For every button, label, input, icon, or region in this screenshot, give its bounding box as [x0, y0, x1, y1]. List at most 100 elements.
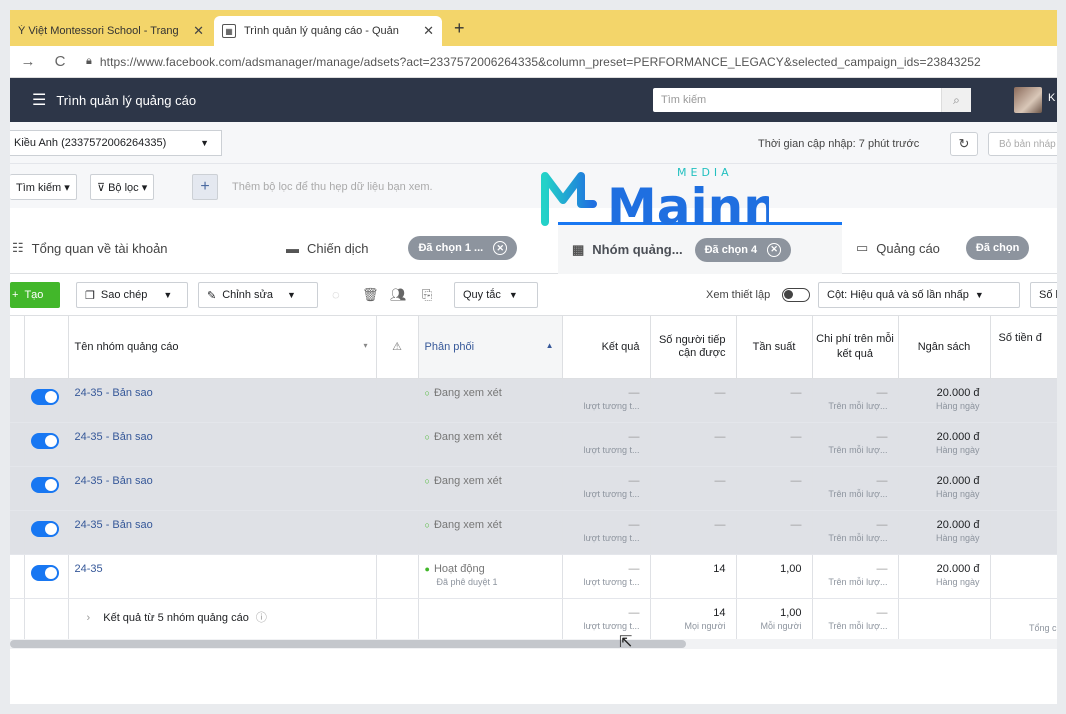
- summary-results-sub: lượt tương t...: [583, 620, 640, 631]
- table-row[interactable]: 24-35 ● Hoạt động Đã phê duyệt 1— lượt tương…: [10, 554, 1057, 599]
- row-select-column[interactable]: [10, 316, 25, 379]
- close-icon[interactable]: ✕: [423, 23, 434, 39]
- adset-name[interactable]: 24-35 - Bản sao: [75, 475, 153, 487]
- budget-value: 20.000 đ: [936, 386, 980, 399]
- adset-on-off-toggle[interactable]: [30, 520, 59, 537]
- horizontal-scrollbar-thumb[interactable]: [10, 640, 686, 648]
- budget-cell[interactable]: 20.000 đ Hàng ngày: [898, 554, 991, 599]
- add-filter-button[interactable]: +: [192, 174, 218, 200]
- table-row[interactable]: 24-35 - Bản sao ○ Đang xem xét — lượt tương …: [10, 422, 1057, 467]
- budget-cell[interactable]: 20.000 đ Hàng ngày: [898, 466, 991, 511]
- summary-reach-value: 14: [713, 606, 726, 619]
- adset-on-off-toggle[interactable]: [30, 388, 59, 405]
- adset-name-cell[interactable]: 24-35 - Bản sao: [68, 378, 377, 423]
- column-header-frequency[interactable]: Tần suất: [736, 316, 813, 379]
- adset-name-cell[interactable]: 24-35 - Bản sao: [68, 422, 377, 467]
- browser-tab-strip: Ý Việt Montessori School - Trang ✕ ▦ Trì…: [10, 10, 1057, 46]
- edit-button[interactable]: ✎ Chỉnh sửa ▼: [198, 282, 318, 308]
- url-field[interactable]: https://www.facebook.com/adsmanager/mana…: [100, 55, 981, 69]
- account-bar: Kiều Anh (2337572006264335) ▼ Thời gian …: [10, 122, 1057, 164]
- audience-icon[interactable]: 👥︎: [390, 287, 407, 303]
- adset-name-cell[interactable]: 24-35 - Bản sao: [68, 510, 377, 555]
- columns-dropdown[interactable]: Cột: Hiệu quả và số lần nhấp ▼: [818, 282, 1020, 308]
- frequency-value: —: [790, 386, 802, 399]
- plus-icon: +: [200, 178, 210, 195]
- tab-account-overview[interactable]: ☷ Tổng quan về tài khoản: [10, 222, 272, 274]
- selected-adsets-pill[interactable]: Đã chọn 4 ✕: [694, 237, 792, 262]
- reload-icon[interactable]: C: [48, 53, 72, 70]
- browser-tab-montessori[interactable]: Ý Việt Montessori School - Trang ✕: [10, 16, 212, 46]
- column-header-delivery[interactable]: Phân phối ▲: [418, 316, 563, 379]
- browser-tab-ads-manager[interactable]: ▦ Trình quản lý quảng cáo - Quản ✕: [214, 16, 442, 46]
- preview-icon[interactable]: ⎘: [422, 287, 432, 303]
- view-setup-toggle[interactable]: [782, 288, 810, 302]
- column-header-reach[interactable]: Số người tiếp cận được: [650, 316, 737, 379]
- row-checkbox[interactable]: [10, 554, 25, 599]
- chevron-right-icon[interactable]: ›: [87, 612, 91, 624]
- avatar[interactable]: [1014, 87, 1042, 113]
- adset-name-cell[interactable]: 24-35 - Bản sao: [68, 466, 377, 511]
- discard-draft-button[interactable]: Bỏ bản nháp: [988, 132, 1057, 156]
- search-dropdown[interactable]: Tìm kiếm ▾: [10, 174, 77, 200]
- lock-icon[interactable]: 🔒︎: [86, 55, 92, 68]
- budget-cell[interactable]: 20.000 đ Hàng ngày: [898, 422, 991, 467]
- warning-icon: ⚠: [392, 341, 402, 354]
- summary-frequency-sub: Mỗi người: [760, 620, 802, 631]
- frequency-value: —: [790, 518, 802, 531]
- filter-dropdown[interactable]: ⊽ Bộ lọc ▾: [90, 174, 155, 200]
- budget-cell[interactable]: 20.000 đ Hàng ngày: [898, 378, 991, 423]
- adset-on-off-toggle[interactable]: [30, 432, 59, 449]
- new-tab-button[interactable]: +: [454, 18, 465, 39]
- adset-name[interactable]: 24-35 - Bản sao: [75, 387, 153, 399]
- results-sub: lượt tương t...: [583, 488, 640, 499]
- info-icon[interactable]: ⓘ: [256, 612, 267, 624]
- adset-name[interactable]: 24-35 - Bản sao: [75, 519, 153, 531]
- adset-name[interactable]: 24-35: [75, 563, 103, 575]
- tab-campaigns[interactable]: ▬ Chiến dịch Đã chọn 1 ... ✕: [286, 222, 566, 274]
- search-input[interactable]: Tìm kiếm ⌕: [653, 88, 971, 112]
- refresh-button[interactable]: ↻: [950, 132, 978, 156]
- create-button[interactable]: + Tạo: [10, 282, 60, 308]
- trash-icon[interactable]: 🗑︎: [362, 287, 379, 303]
- adset-name[interactable]: 24-35 - Bản sao: [75, 431, 153, 443]
- caret-down-icon[interactable]: ▼: [287, 290, 296, 300]
- frequency-value: 1,00: [780, 562, 802, 575]
- search-icon[interactable]: ⌕: [941, 88, 971, 112]
- budget-cell[interactable]: 20.000 đ Hàng ngày: [898, 510, 991, 555]
- table-row[interactable]: 24-35 - Bản sao ○ Đang xem xét — lượt tương …: [10, 378, 1057, 423]
- sort-asc-icon[interactable]: ▲: [546, 341, 554, 350]
- selected-campaigns-pill[interactable]: Đã chọn 1 ... ✕: [408, 236, 518, 260]
- row-checkbox[interactable]: [10, 510, 25, 555]
- selected-ads-pill[interactable]: Đã chọn: [965, 236, 1030, 260]
- column-header-budget[interactable]: Ngân sách: [898, 316, 991, 379]
- column-header-amount-spent[interactable]: Số tiền đ: [990, 316, 1057, 379]
- hamburger-menu-icon[interactable]: ☰: [32, 90, 46, 110]
- column-header-results[interactable]: Kết quả: [562, 316, 651, 379]
- forward-arrow-icon[interactable]: →: [16, 53, 40, 70]
- row-checkbox[interactable]: [10, 422, 25, 467]
- results-cell: — lượt tương t...: [562, 554, 651, 599]
- adset-name-cell[interactable]: 24-35: [68, 554, 377, 599]
- close-icon[interactable]: ✕: [767, 242, 782, 257]
- caret-down-icon[interactable]: ▼: [163, 290, 172, 300]
- tab-ads[interactable]: ▭ Quảng cáo Đã chọn: [856, 222, 1057, 274]
- duplicate-button[interactable]: ❐ Sao chép ▼: [76, 282, 188, 308]
- ab-test-icon[interactable]: ◌: [332, 287, 340, 302]
- account-selector[interactable]: Kiều Anh (2337572006264335) ▼: [10, 130, 222, 156]
- close-icon[interactable]: ✕: [193, 23, 204, 39]
- adset-on-off-toggle[interactable]: [30, 476, 59, 493]
- status-dot-icon: ○: [424, 431, 430, 442]
- rules-dropdown[interactable]: Quy tắc ▼: [454, 282, 538, 308]
- column-header-name[interactable]: Tên nhóm quảng cáo ▾: [68, 316, 377, 379]
- column-header-warning[interactable]: ⚠: [376, 316, 419, 379]
- row-checkbox[interactable]: [10, 378, 25, 423]
- column-header-cost-per-result[interactable]: Chi phí trên mỗi kết quả: [812, 316, 899, 379]
- close-icon[interactable]: ✕: [493, 241, 508, 255]
- sort-caret-icon[interactable]: ▾: [363, 341, 367, 350]
- row-checkbox[interactable]: [10, 466, 25, 511]
- breakdown-dropdown[interactable]: Số l: [1030, 282, 1057, 308]
- pill-label: Đã chọn 1 ...: [418, 242, 484, 254]
- table-row[interactable]: 24-35 - Bản sao ○ Đang xem xét — lượt tương …: [10, 466, 1057, 511]
- adset-on-off-toggle[interactable]: [30, 564, 59, 581]
- table-row[interactable]: 24-35 - Bản sao ○ Đang xem xét — lượt tương …: [10, 510, 1057, 555]
